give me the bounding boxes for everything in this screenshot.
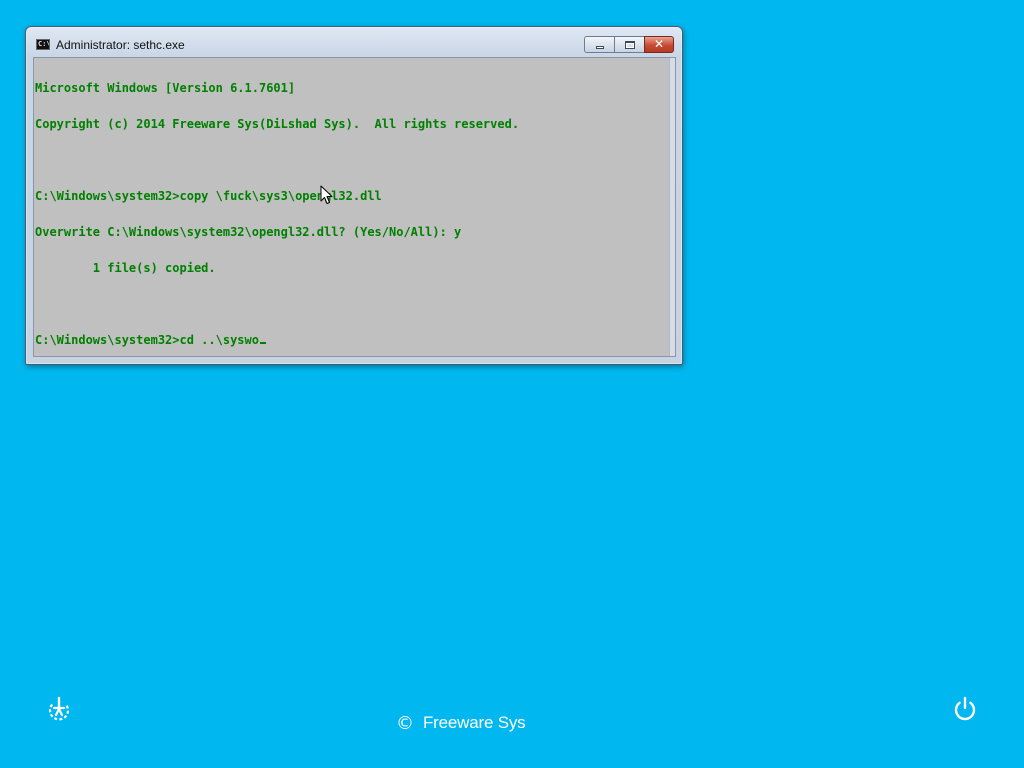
window-title: Administrator: sethc.exe — [56, 38, 185, 52]
console-window[interactable]: C:\ Administrator: sethc.exe ✕ Microsoft… — [25, 26, 683, 365]
minimize-button[interactable] — [584, 36, 614, 53]
close-button[interactable]: ✕ — [644, 36, 674, 53]
branding: © Freeware Sys — [396, 710, 526, 736]
console-icon[interactable]: C:\ — [36, 39, 50, 50]
maximize-icon — [625, 41, 635, 49]
maximize-button[interactable] — [614, 36, 644, 53]
window-titlebar[interactable]: C:\ Administrator: sethc.exe ✕ — [26, 27, 682, 57]
console-text: Microsoft Windows [Version 6.1.7601] Cop… — [35, 58, 520, 356]
console-icon-label: C:\ — [38, 40, 50, 48]
console-line: Microsoft Windows [Version 6.1.7601] — [35, 81, 296, 95]
mouse-pointer-icon — [320, 185, 333, 204]
console-line: Copyright (c) 2014 Freeware Sys(DiLshad … — [35, 117, 520, 131]
power-icon[interactable] — [951, 695, 979, 723]
brand-text: Freeware Sys — [423, 713, 526, 732]
minimize-icon — [596, 46, 604, 49]
close-icon: ✕ — [653, 37, 665, 51]
console-output-area[interactable]: Microsoft Windows [Version 6.1.7601] Cop… — [33, 57, 676, 357]
console-line: 1 file(s) copied. — [35, 261, 216, 275]
console-line: Overwrite C:\Windows\system32\opengl32.d… — [35, 225, 462, 239]
text-cursor — [259, 342, 266, 344]
console-prompt-line[interactable]: C:\Windows\system32>cd ..\syswo — [35, 334, 519, 346]
console-scrollbar[interactable] — [669, 58, 675, 356]
copyright-symbol: © — [396, 712, 414, 734]
ease-of-access-icon[interactable] — [45, 696, 73, 724]
console-line: C:\Windows\system32>copy \fuck\sys3\open… — [35, 189, 382, 203]
caption-buttons: ✕ — [584, 36, 674, 53]
console-prompt-input[interactable]: C:\Windows\system32>cd ..\syswo — [35, 333, 259, 347]
